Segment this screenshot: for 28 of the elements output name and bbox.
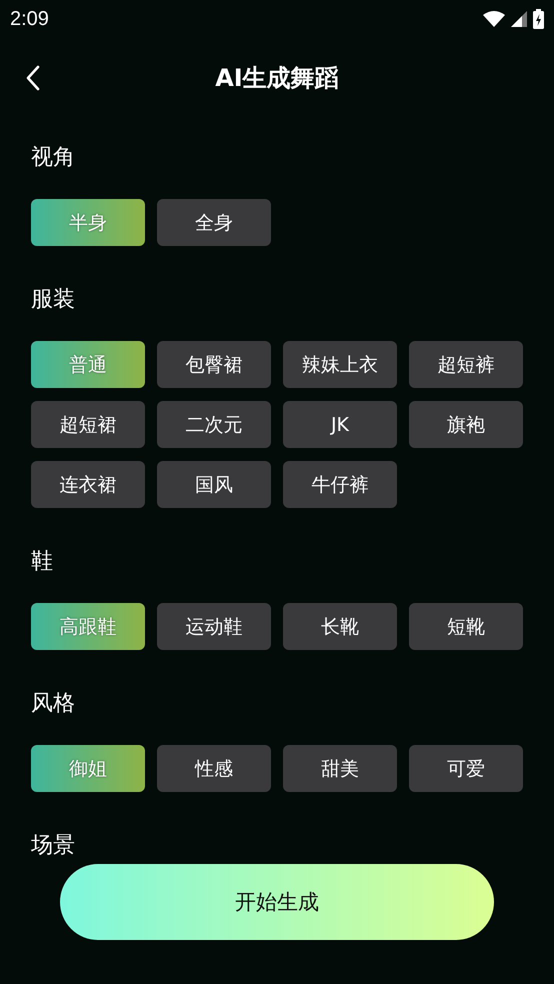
section-label: 服装 <box>31 286 76 314</box>
option-chip[interactable]: 短靴 <box>409 603 523 650</box>
section-label: 风格 <box>31 690 76 718</box>
option-chip[interactable]: 包臀裙 <box>157 341 271 388</box>
section-label: 视角 <box>31 144 76 172</box>
signal-icon <box>511 11 527 27</box>
section-label: 场景 <box>31 832 76 860</box>
option-chip[interactable]: 超短裤 <box>409 341 523 388</box>
option-chip[interactable]: 全身 <box>157 199 271 246</box>
option-chip[interactable]: 国风 <box>157 461 271 508</box>
option-chip[interactable]: 长靴 <box>283 603 397 650</box>
option-chip[interactable]: 牛仔裤 <box>283 461 397 508</box>
option-chip[interactable]: 旗袍 <box>409 401 523 448</box>
status-time: 2:09 <box>10 8 49 30</box>
option-chip[interactable]: 可爱 <box>409 745 523 792</box>
option-chip[interactable]: 辣妹上衣 <box>283 341 397 388</box>
option-chip[interactable]: 运动鞋 <box>157 603 271 650</box>
option-chip[interactable]: 性感 <box>157 745 271 792</box>
section-label: 鞋 <box>31 548 54 576</box>
option-chip[interactable]: JK <box>283 401 397 448</box>
battery-icon <box>533 9 544 29</box>
option-chip[interactable]: 甜美 <box>283 745 397 792</box>
option-chip[interactable]: 二次元 <box>157 401 271 448</box>
generate-button[interactable]: 开始生成 <box>60 864 494 940</box>
option-chip[interactable]: 连衣裙 <box>31 461 145 508</box>
option-chip[interactable]: 超短裙 <box>31 401 145 448</box>
page-title: AI生成舞蹈 <box>215 63 339 94</box>
wifi-icon <box>483 11 505 27</box>
